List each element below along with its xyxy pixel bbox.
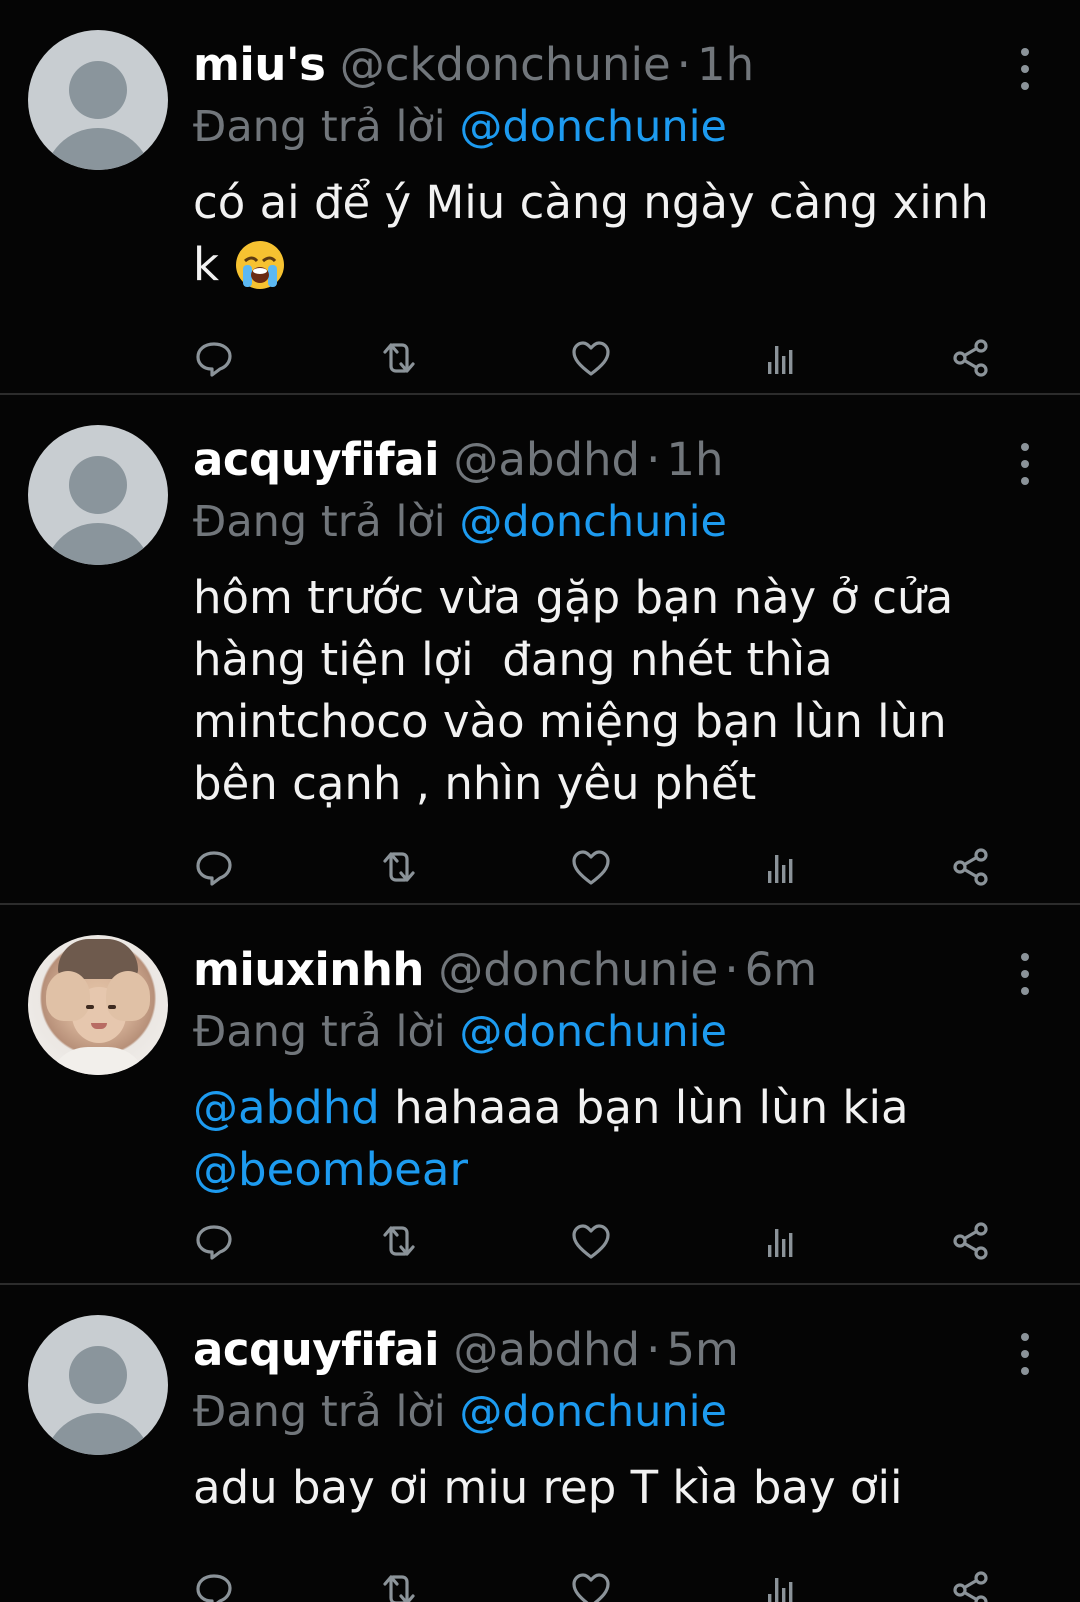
tweet-actions: [190, 334, 1010, 382]
separator: ·: [724, 943, 739, 996]
retweet-icon[interactable]: [375, 843, 423, 891]
like-icon[interactable]: [567, 334, 615, 382]
tweet-text: adu bay ơi miu rep T kìa bay ơii: [193, 1461, 903, 1514]
avatar-hand-shape: [46, 971, 90, 1021]
more-options-icon[interactable]: [1018, 48, 1030, 90]
reply-tweet-3[interactable]: miuxinhh @donchunie · 6m Đang trả lời @don…: [0, 905, 1080, 1285]
display-name[interactable]: acquyfifai: [193, 433, 440, 486]
reply-icon[interactable]: [190, 334, 238, 382]
retweet-icon[interactable]: [375, 1217, 423, 1265]
reply-label: Đang trả lời: [193, 102, 446, 152]
username[interactable]: @abdhd: [453, 1323, 640, 1376]
reply-to-mention[interactable]: @donchunie: [459, 102, 727, 152]
reply-tweet-4[interactable]: acquyfifai @abdhd · 5m Đang trả lời @donch…: [0, 1285, 1080, 1602]
display-name[interactable]: miuxinhh: [193, 943, 424, 996]
timestamp[interactable]: 1h: [697, 38, 754, 91]
reply-to-mention[interactable]: @donchunie: [459, 1007, 727, 1057]
reply-context: Đang trả lời @donchunie: [193, 100, 727, 154]
reply-icon[interactable]: [190, 1566, 238, 1602]
loudly-crying-face-emoji: [236, 241, 285, 289]
tweet-header: acquyfifai @abdhd · 1h: [193, 433, 724, 487]
username[interactable]: @ckdonchunie: [340, 38, 671, 91]
username[interactable]: @abdhd: [453, 433, 640, 486]
more-options-icon[interactable]: [1018, 1333, 1030, 1375]
reply-label: Đang trả lời: [193, 497, 446, 547]
reply-label: Đang trả lời: [193, 1007, 446, 1057]
separator: ·: [646, 1323, 661, 1376]
avatar-body-shape: [44, 128, 152, 170]
avatar-hand-shape: [106, 971, 150, 1021]
username[interactable]: @donchunie: [438, 943, 718, 996]
avatar[interactable]: [28, 935, 168, 1075]
avatar-eye-shape: [86, 1005, 94, 1009]
avatar[interactable]: [28, 425, 168, 565]
reply-context: Đang trả lời @donchunie: [193, 495, 727, 549]
reply-context: Đang trả lời @donchunie: [193, 1005, 727, 1059]
reply-icon[interactable]: [190, 1217, 238, 1265]
retweet-icon[interactable]: [375, 1566, 423, 1602]
avatar-eye-shape: [108, 1005, 116, 1009]
avatar-shirt-shape: [48, 1047, 148, 1075]
tweet-actions: [190, 1566, 1010, 1602]
display-name[interactable]: miu's: [193, 38, 326, 91]
more-options-icon[interactable]: [1018, 443, 1030, 485]
tweet-actions: [190, 1217, 1010, 1265]
tweet-header: acquyfifai @abdhd · 5m: [193, 1323, 739, 1377]
avatar[interactable]: [28, 1315, 168, 1455]
reply-to-mention[interactable]: @donchunie: [459, 497, 727, 547]
timestamp[interactable]: 1h: [666, 433, 723, 486]
reply-label: Đang trả lời: [193, 1387, 446, 1437]
like-icon[interactable]: [567, 1566, 615, 1602]
display-name[interactable]: acquyfifai: [193, 1323, 440, 1376]
tweet-header: miu's @ckdonchunie · 1h: [193, 38, 754, 92]
tweet-header: miuxinhh @donchunie · 6m: [193, 943, 817, 997]
tweet-text: hôm trước vừa gặp bạn này ở cửa hàng tiệ…: [193, 571, 954, 810]
share-icon[interactable]: [947, 334, 995, 382]
like-icon[interactable]: [567, 843, 615, 891]
text-mention[interactable]: @beombear: [193, 1143, 468, 1196]
avatar-head-shape: [69, 456, 127, 514]
reply-feed: miu's @ckdonchunie · 1h Đang trả lời @donc…: [0, 0, 1080, 1602]
share-icon[interactable]: [947, 843, 995, 891]
reply-tweet-2[interactable]: acquyfifai @abdhd · 1h Đang trả lời @donch…: [0, 395, 1080, 905]
share-icon[interactable]: [947, 1217, 995, 1265]
timestamp[interactable]: 5m: [666, 1323, 738, 1376]
reply-icon[interactable]: [190, 843, 238, 891]
avatar-head-shape: [69, 61, 127, 119]
tweet-actions: [190, 843, 1010, 891]
avatar-body-shape: [44, 1413, 152, 1455]
like-icon[interactable]: [567, 1217, 615, 1265]
tweet-body: có ai để ý Miu càng ngày càng xinh k: [193, 176, 989, 291]
more-options-icon[interactable]: [1018, 953, 1030, 995]
avatar[interactable]: [28, 30, 168, 170]
reply-context: Đang trả lời @donchunie: [193, 1385, 727, 1439]
views-icon[interactable]: [758, 843, 806, 891]
share-icon[interactable]: [947, 1566, 995, 1602]
reply-to-mention[interactable]: @donchunie: [459, 1387, 727, 1437]
separator: ·: [676, 38, 691, 91]
views-icon[interactable]: [758, 1217, 806, 1265]
timestamp[interactable]: 6m: [745, 943, 817, 996]
tweet-body: hahaaa bạn lùn lùn kia: [379, 1081, 909, 1134]
avatar-head-shape: [69, 1346, 127, 1404]
reply-tweet-1[interactable]: miu's @ckdonchunie · 1h Đang trả lời @donc…: [0, 0, 1080, 395]
views-icon[interactable]: [758, 1566, 806, 1602]
retweet-icon[interactable]: [375, 334, 423, 382]
text-mention[interactable]: @abdhd: [193, 1081, 380, 1134]
tweet-text: @abdhd hahaaa bạn lùn lùn kia @beombear: [193, 1077, 1023, 1201]
separator: ·: [646, 433, 661, 486]
views-icon[interactable]: [758, 334, 806, 382]
tweet-text: có ai để ý Miu càng ngày càng xinh k: [193, 172, 1023, 296]
avatar-body-shape: [44, 523, 152, 565]
